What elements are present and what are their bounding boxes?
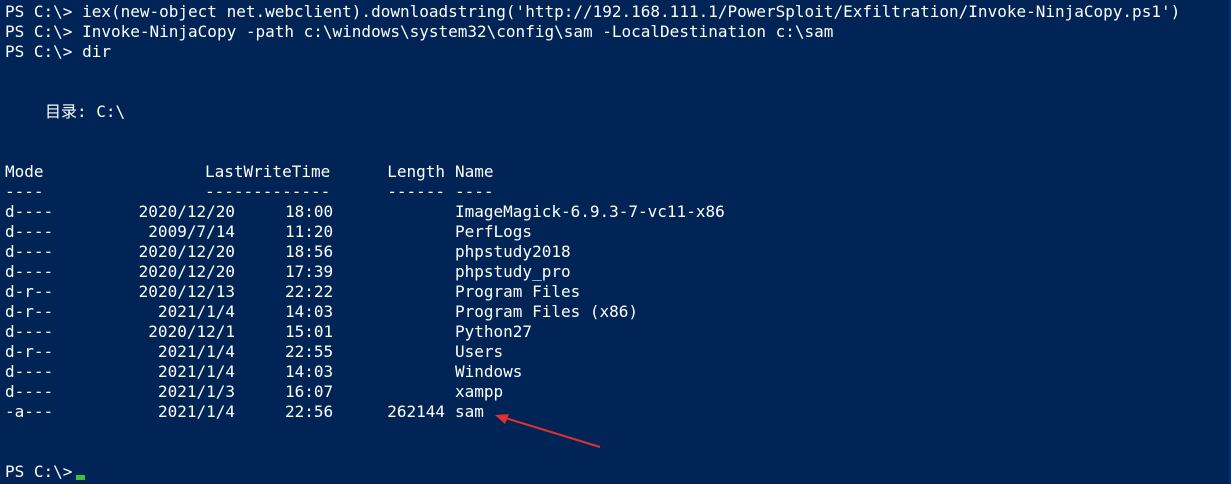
table-row: d-r-- 2021/1/4 22:55 Users bbox=[0, 342, 1231, 362]
row-date: 2020/12/20 bbox=[138, 242, 235, 261]
row-date: 2021/1/4 bbox=[157, 302, 235, 321]
row-name: sam bbox=[455, 402, 484, 421]
header-mode: Mode bbox=[5, 162, 44, 181]
current-prompt-line[interactable]: PS C:\> bbox=[0, 462, 1231, 482]
table-row: d---- 2020/12/20 18:56 phpstudy2018 bbox=[0, 242, 1231, 262]
row-date: 2020/12/20 bbox=[138, 202, 235, 221]
row-mode: d-r-- bbox=[5, 282, 54, 301]
table-row: d-r-- 2020/12/13 22:22 Program Files bbox=[0, 282, 1231, 302]
row-length: 262144 bbox=[387, 402, 445, 421]
row-date: 2021/1/3 bbox=[157, 382, 235, 401]
powershell-console[interactable]: PS C:\> iex(new-object net.webclient).do… bbox=[0, 0, 1231, 484]
row-time: 22:22 bbox=[285, 282, 334, 301]
header-last-write-time: LastWriteTime bbox=[205, 162, 331, 181]
row-time: 11:20 bbox=[285, 222, 334, 241]
directory-listing: d---- 2020/12/20 18:00 ImageMagick-6.9.3… bbox=[0, 202, 1231, 422]
row-time: 14:03 bbox=[285, 362, 334, 381]
row-date: 2021/1/4 bbox=[157, 362, 235, 381]
table-row: d---- 2020/12/1 15:01 Python27 bbox=[0, 322, 1231, 342]
underline-length: ------ bbox=[387, 182, 445, 201]
row-name: Program Files (x86) bbox=[455, 302, 639, 321]
underline-last-write-time: ------------- bbox=[205, 182, 331, 201]
table-row: d-r-- 2021/1/4 14:03 Program Files (x86) bbox=[0, 302, 1231, 322]
row-time: 22:56 bbox=[285, 402, 334, 421]
prompt: PS C:\> bbox=[5, 2, 73, 21]
underline-name: ---- bbox=[455, 182, 494, 201]
row-name: phpstudy_pro bbox=[455, 262, 571, 281]
table-header-underline: ---- ------------- ------ ---- bbox=[0, 182, 1231, 202]
row-time: 18:00 bbox=[285, 202, 334, 221]
row-mode: d---- bbox=[5, 262, 54, 281]
row-name: ImageMagick-6.9.3-7-vc11-x86 bbox=[455, 202, 725, 221]
table-row: d---- 2020/12/20 18:00 ImageMagick-6.9.3… bbox=[0, 202, 1231, 222]
row-date: 2020/12/20 bbox=[138, 262, 235, 281]
command-text: dir bbox=[82, 42, 111, 61]
prompt: PS C:\> bbox=[5, 462, 73, 481]
row-name: PerfLogs bbox=[455, 222, 533, 241]
row-mode: d---- bbox=[5, 222, 54, 241]
row-mode: d---- bbox=[5, 382, 54, 401]
row-mode: d---- bbox=[5, 322, 54, 341]
row-time: 14:03 bbox=[285, 302, 334, 321]
header-length: Length bbox=[387, 162, 445, 181]
row-name: Windows bbox=[455, 362, 523, 381]
text-cursor bbox=[76, 475, 86, 480]
row-date: 2020/12/13 bbox=[138, 282, 235, 301]
row-mode: d---- bbox=[5, 242, 54, 261]
row-date: 2020/12/1 bbox=[148, 322, 235, 341]
row-name: Users bbox=[455, 342, 504, 361]
table-row: d---- 2009/7/14 11:20 PerfLogs bbox=[0, 222, 1231, 242]
table-row: d---- 2020/12/20 17:39 phpstudy_pro bbox=[0, 262, 1231, 282]
row-mode: d---- bbox=[5, 202, 54, 221]
row-time: 16:07 bbox=[285, 382, 334, 401]
row-date: 2021/1/4 bbox=[157, 402, 235, 421]
row-time: 15:01 bbox=[285, 322, 334, 341]
row-mode: d---- bbox=[5, 362, 54, 381]
row-mode: d-r-- bbox=[5, 342, 54, 361]
command-line-1: PS C:\> iex(new-object net.webclient).do… bbox=[0, 2, 1231, 22]
row-name: Python27 bbox=[455, 322, 533, 341]
prompt: PS C:\> bbox=[5, 42, 73, 61]
header-name: Name bbox=[455, 162, 494, 181]
command-line-3: PS C:\> dir bbox=[0, 42, 1231, 62]
row-name: Program Files bbox=[455, 282, 581, 301]
row-mode: d-r-- bbox=[5, 302, 54, 321]
table-row-sam: -a--- 2021/1/4 22:56 262144 sam bbox=[0, 402, 1231, 422]
prompt: PS C:\> bbox=[5, 22, 73, 41]
row-name: xampp bbox=[455, 382, 504, 401]
row-date: 2009/7/14 bbox=[148, 222, 235, 241]
table-header: Mode LastWriteTime Length Name bbox=[0, 162, 1231, 182]
row-time: 22:55 bbox=[285, 342, 334, 361]
row-time: 18:56 bbox=[285, 242, 334, 261]
row-name: phpstudy2018 bbox=[455, 242, 571, 261]
row-time: 17:39 bbox=[285, 262, 334, 281]
directory-label: 目录: C:\ bbox=[45, 102, 126, 121]
command-text: iex(new-object net.webclient).downloadst… bbox=[82, 2, 1181, 21]
table-row: d---- 2021/1/3 16:07 xampp bbox=[0, 382, 1231, 402]
command-text: Invoke-NinjaCopy -path c:\windows\system… bbox=[82, 22, 834, 41]
row-mode: -a--- bbox=[5, 402, 54, 421]
underline-mode: ---- bbox=[5, 182, 44, 201]
row-date: 2021/1/4 bbox=[157, 342, 235, 361]
command-line-2: PS C:\> Invoke-NinjaCopy -path c:\window… bbox=[0, 22, 1231, 42]
table-row: d---- 2021/1/4 14:03 Windows bbox=[0, 362, 1231, 382]
